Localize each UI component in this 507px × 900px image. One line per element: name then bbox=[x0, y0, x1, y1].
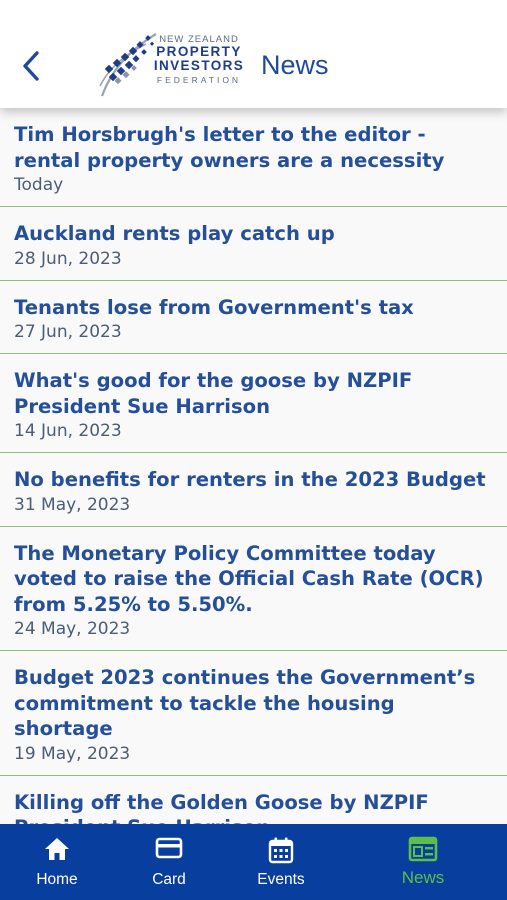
tab-home-label: Home bbox=[36, 871, 78, 888]
logo-wordmark: NEW ZEALAND PROPERTY INVESTORS FEDERATIO… bbox=[146, 34, 252, 85]
news-item-title: No benefits for renters in the 2023 Budg… bbox=[14, 468, 486, 491]
tab-home[interactable]: Home bbox=[22, 824, 92, 900]
news-item-date: 28 Jun, 2023 bbox=[14, 248, 122, 269]
news-item-title: Auckland rents play catch up bbox=[14, 222, 335, 245]
back-button[interactable] bbox=[14, 46, 48, 86]
app-header: NEW ZEALAND PROPERTY INVESTORS FEDERATIO… bbox=[0, 0, 507, 108]
news-item[interactable]: The Monetary Policy Committee today vote… bbox=[0, 526, 507, 651]
tab-events[interactable]: Events bbox=[246, 824, 316, 900]
tab-card-label: Card bbox=[152, 871, 186, 888]
news-item[interactable]: Auckland rents play catch up 28 Jun, 202… bbox=[0, 207, 507, 281]
tab-card[interactable]: Card bbox=[134, 824, 204, 900]
logo-line-3: INVESTORS bbox=[153, 58, 245, 73]
news-item-title: Budget 2023 continues the Government’s c… bbox=[14, 666, 476, 740]
news-item-date: 14 Jun, 2023 bbox=[14, 421, 122, 441]
logo-line-2: PROPERTY bbox=[156, 44, 242, 59]
news-item[interactable]: Tenants lose from Government's tax 27 Ju… bbox=[0, 280, 507, 354]
nzpif-logo: NEW ZEALAND PROPERTY INVESTORS FEDERATIO… bbox=[96, 30, 252, 100]
bottom-tab-bar: Home Card Events News bbox=[0, 824, 507, 900]
news-item-date: 19 May, 2023 bbox=[14, 743, 131, 764]
news-item-title: Tenants lose from Government's tax bbox=[14, 295, 414, 319]
news-item-title: Tim Horsbrugh's letter to the editor - r… bbox=[14, 123, 445, 172]
news-icon bbox=[408, 836, 438, 862]
news-item-date: Today bbox=[14, 175, 64, 195]
logo-line-4: FEDERATION bbox=[156, 75, 242, 85]
news-item-title: The Monetary Policy Committee today vote… bbox=[14, 541, 484, 616]
tab-news-label: News bbox=[401, 868, 445, 887]
news-item-date: 27 Jun, 2023 bbox=[14, 322, 122, 342]
news-item-date: 31 May, 2023 bbox=[14, 494, 131, 515]
news-list[interactable]: Tim Horsbrugh's letter to the editor - r… bbox=[0, 108, 507, 824]
news-item[interactable]: Budget 2023 continues the Government’s c… bbox=[0, 651, 507, 776]
card-icon bbox=[155, 837, 183, 859]
calendar-icon bbox=[268, 837, 294, 864]
tab-events-label: Events bbox=[257, 871, 305, 888]
news-item-title: Killing off the Golden Goose by NZPIF Pr… bbox=[14, 790, 429, 825]
news-item[interactable]: Killing off the Golden Goose by NZPIF Pr… bbox=[0, 775, 507, 825]
tab-news[interactable]: News bbox=[388, 824, 458, 900]
page-title: News bbox=[261, 50, 329, 80]
news-item[interactable]: Tim Horsbrugh's letter to the editor - r… bbox=[0, 108, 507, 207]
chevron-left-icon bbox=[23, 51, 39, 81]
news-item-title: What's good for the goose by NZPIF Presi… bbox=[14, 369, 413, 418]
news-item[interactable]: No benefits for renters in the 2023 Budg… bbox=[0, 453, 507, 527]
news-item-date: 24 May, 2023 bbox=[14, 619, 131, 639]
news-item[interactable]: What's good for the goose by NZPIF Presi… bbox=[0, 354, 507, 453]
home-icon bbox=[45, 838, 69, 860]
